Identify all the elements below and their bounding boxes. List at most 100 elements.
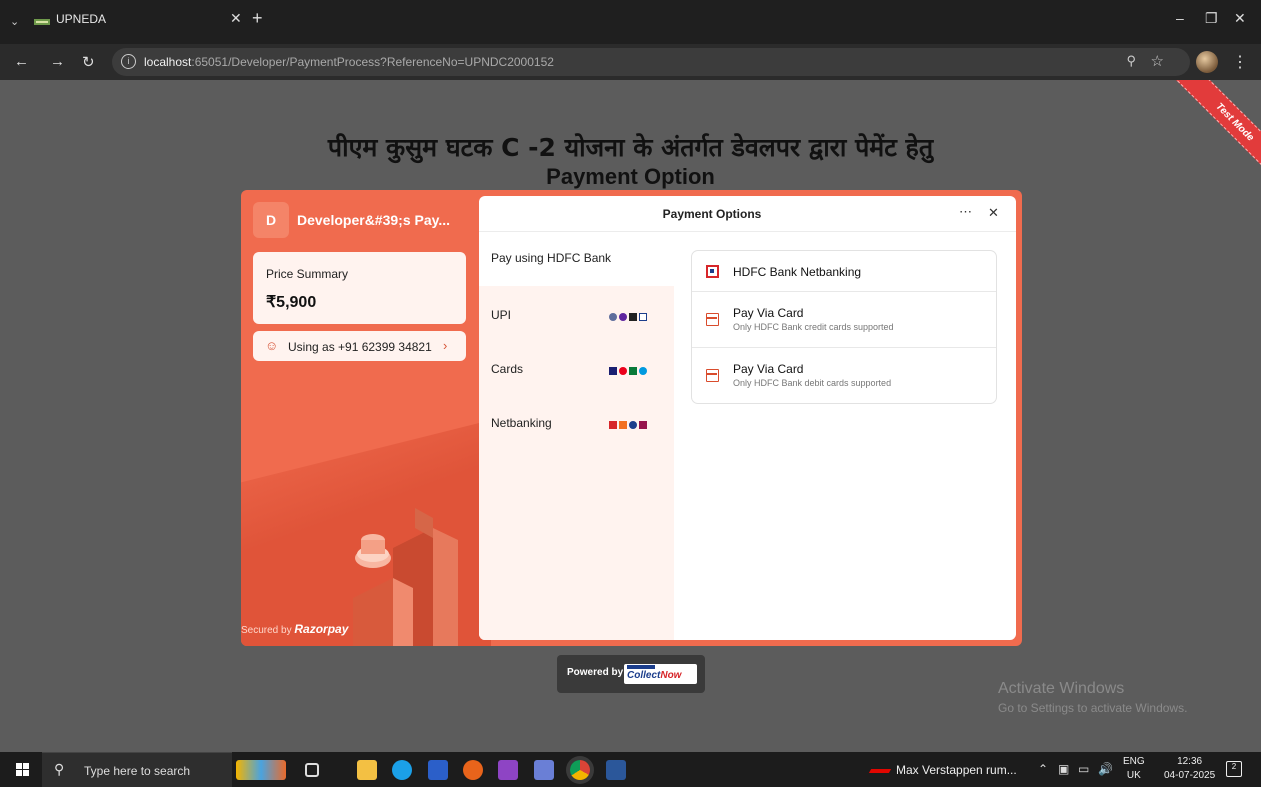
option-title: HDFC Bank Netbanking: [733, 265, 862, 279]
secured-by-footer: Secured by Razorpay: [241, 622, 348, 636]
activate-windows-watermark: Activate Windows Go to Settings to activ…: [998, 680, 1187, 715]
windows-taskbar: ⚲ Type here to search Max Verstappen rum…: [0, 752, 1261, 787]
page-heading-hindi: पीएम कुसुम घटक C -2 योजना के अंतर्गत डेव…: [327, 133, 934, 162]
method-label: Netbanking: [491, 416, 552, 430]
price-summary-card[interactable]: Price Summary ₹5,900: [253, 252, 466, 324]
more-options-icon[interactable]: ⋯: [959, 204, 972, 220]
secured-by-label: Secured by: [241, 625, 292, 636]
payment-options-panel: Payment Options ⋯ ✕ Pay using HDFC Bank …: [479, 196, 1016, 640]
language-indicator[interactable]: ENG UK: [1123, 755, 1145, 783]
collectnow-part-b: Now: [660, 670, 682, 681]
url-path: :65051/Developer/PaymentProcess?Referenc…: [191, 55, 554, 69]
price-summary-label: Price Summary: [266, 267, 349, 281]
contact-text: Using as +91 62399 34821: [288, 340, 432, 354]
lang-region: UK: [1126, 770, 1141, 781]
page-heading-english: Payment Option: [546, 164, 715, 189]
razorpay-logo: Razorpay: [294, 622, 349, 636]
opera-icon[interactable]: [463, 760, 483, 780]
option-credit-card[interactable]: Pay Via Card Only HDFC Bank credit cards…: [692, 292, 996, 348]
bank-strip: [627, 665, 655, 669]
address-bar[interactable]: i localhost:65051/Developer/PaymentProce…: [112, 48, 1190, 76]
minimize-icon[interactable]: –: [1176, 10, 1184, 26]
chevron-right-icon: ›: [443, 338, 448, 353]
method-upi[interactable]: UPI: [479, 294, 674, 334]
visual-studio-icon[interactable]: [498, 760, 518, 780]
show-hidden-icons-icon[interactable]: ⌃: [1038, 762, 1048, 776]
contact-button[interactable]: ☺ Using as +91 62399 34821 ›: [253, 331, 466, 361]
new-tab-icon[interactable]: +: [252, 8, 263, 29]
chrome-icon[interactable]: [570, 760, 590, 780]
bank-group-label: Pay using HDFC Bank: [491, 251, 612, 265]
tab-title: UPNEDA: [56, 12, 107, 26]
search-highlight-icon[interactable]: [236, 760, 286, 780]
card-network-icons: [609, 362, 669, 375]
edge-icon[interactable]: [392, 760, 412, 780]
back-icon[interactable]: ←: [14, 53, 29, 70]
user-icon: ☺: [265, 338, 279, 353]
panel-header: Payment Options ⋯ ✕: [479, 196, 1016, 232]
clock[interactable]: 12:36 04-07-2025: [1164, 755, 1215, 783]
option-debit-card[interactable]: Pay Via Card Only HDFC Bank debit cards …: [692, 348, 996, 403]
site-info-icon[interactable]: i: [121, 54, 136, 69]
powered-by-label: Powered by: [567, 667, 624, 678]
store-icon[interactable]: [428, 760, 448, 780]
merchant-logo: D: [253, 202, 289, 238]
bank-icons: [609, 416, 669, 429]
search-icon: ⚲: [54, 761, 65, 777]
restore-icon[interactable]: ❐: [1205, 10, 1218, 27]
method-cards[interactable]: Cards: [479, 348, 674, 388]
notification-center-icon[interactable]: 2: [1226, 761, 1242, 777]
hdfc-bank-icon: [706, 265, 719, 278]
window-close-icon[interactable]: ✕: [1234, 10, 1246, 27]
tab-search-icon[interactable]: ⌄: [10, 15, 24, 29]
buildings-illustration: [353, 508, 458, 646]
word-icon[interactable]: [606, 760, 626, 780]
browser-menu-icon[interactable]: ⋮: [1232, 52, 1248, 72]
search-placeholder: Type here to search: [84, 764, 191, 778]
collectnow-logo: CollectNow: [624, 664, 697, 684]
panel-title: Payment Options: [662, 207, 762, 221]
clock-date: 04-07-2025: [1164, 770, 1216, 781]
method-list: UPI Cards Netbanking: [479, 286, 674, 640]
close-checkout-icon[interactable]: ✕: [988, 205, 999, 221]
url-host: localhost: [144, 55, 192, 69]
windows-start-icon[interactable]: [16, 763, 30, 777]
network-icon[interactable]: ▭: [1078, 762, 1089, 776]
price-amount: ₹5,900: [266, 294, 317, 311]
meet-now-icon[interactable]: ▣: [1058, 762, 1069, 776]
option-title: Pay Via Card: [733, 362, 804, 376]
method-netbanking[interactable]: Netbanking: [479, 402, 674, 442]
option-subtitle: Only HDFC Bank debit cards supported: [733, 378, 892, 388]
merchant-header: D Developer&#39;s Pay...: [253, 202, 473, 238]
razorpay-checkout: D Developer&#39;s Pay... Price Summary ₹…: [241, 190, 1022, 646]
upneda-favicon-icon: [34, 19, 50, 25]
activate-subtitle: Go to Settings to activate Windows.: [998, 701, 1188, 715]
file-explorer-icon[interactable]: [357, 760, 377, 780]
card-icon: [706, 369, 719, 382]
payment-method-sidebar: Pay using HDFC Bank UPI Cards Netbanking: [479, 232, 674, 640]
browser-tab-bar: ⌄ UPNEDA ✕ + – ❐ ✕: [0, 0, 1261, 44]
browser-tab[interactable]: UPNEDA ✕: [34, 6, 274, 44]
collectnow-part-a: Collect: [627, 670, 661, 681]
option-hdfc-netbanking[interactable]: HDFC Bank Netbanking: [692, 251, 996, 292]
volume-icon[interactable]: 🔊: [1098, 762, 1113, 776]
upi-app-icons: [609, 308, 669, 321]
method-label: Cards: [491, 362, 524, 376]
card-icon: [706, 313, 719, 326]
forward-icon[interactable]: →: [50, 53, 65, 70]
profile-avatar[interactable]: [1196, 51, 1218, 73]
activate-title: Activate Windows: [998, 680, 1125, 697]
page-content: पीएम कुसुम घटक C -2 योजना के अंतर्गत डेव…: [0, 80, 1261, 752]
reload-icon[interactable]: ↻: [82, 53, 95, 71]
taskbar-search[interactable]: ⚲ Type here to search: [42, 752, 232, 787]
browser-toolbar: ← → ↻ i localhost:65051/Developer/Paymen…: [0, 44, 1261, 80]
lang-code: ENG: [1123, 756, 1145, 767]
bookmark-star-icon[interactable]: ☆: [1151, 52, 1164, 70]
news-widget[interactable]: Max Verstappen rum...: [868, 763, 1017, 777]
tab-close-icon[interactable]: ✕: [230, 10, 242, 27]
news-headline: Max Verstappen rum...: [896, 763, 1017, 777]
task-view-icon[interactable]: [305, 763, 319, 777]
app-icon[interactable]: [534, 760, 554, 780]
option-title: Pay Via Card: [733, 306, 804, 320]
zoom-icon[interactable]: ⚲: [1126, 53, 1136, 69]
